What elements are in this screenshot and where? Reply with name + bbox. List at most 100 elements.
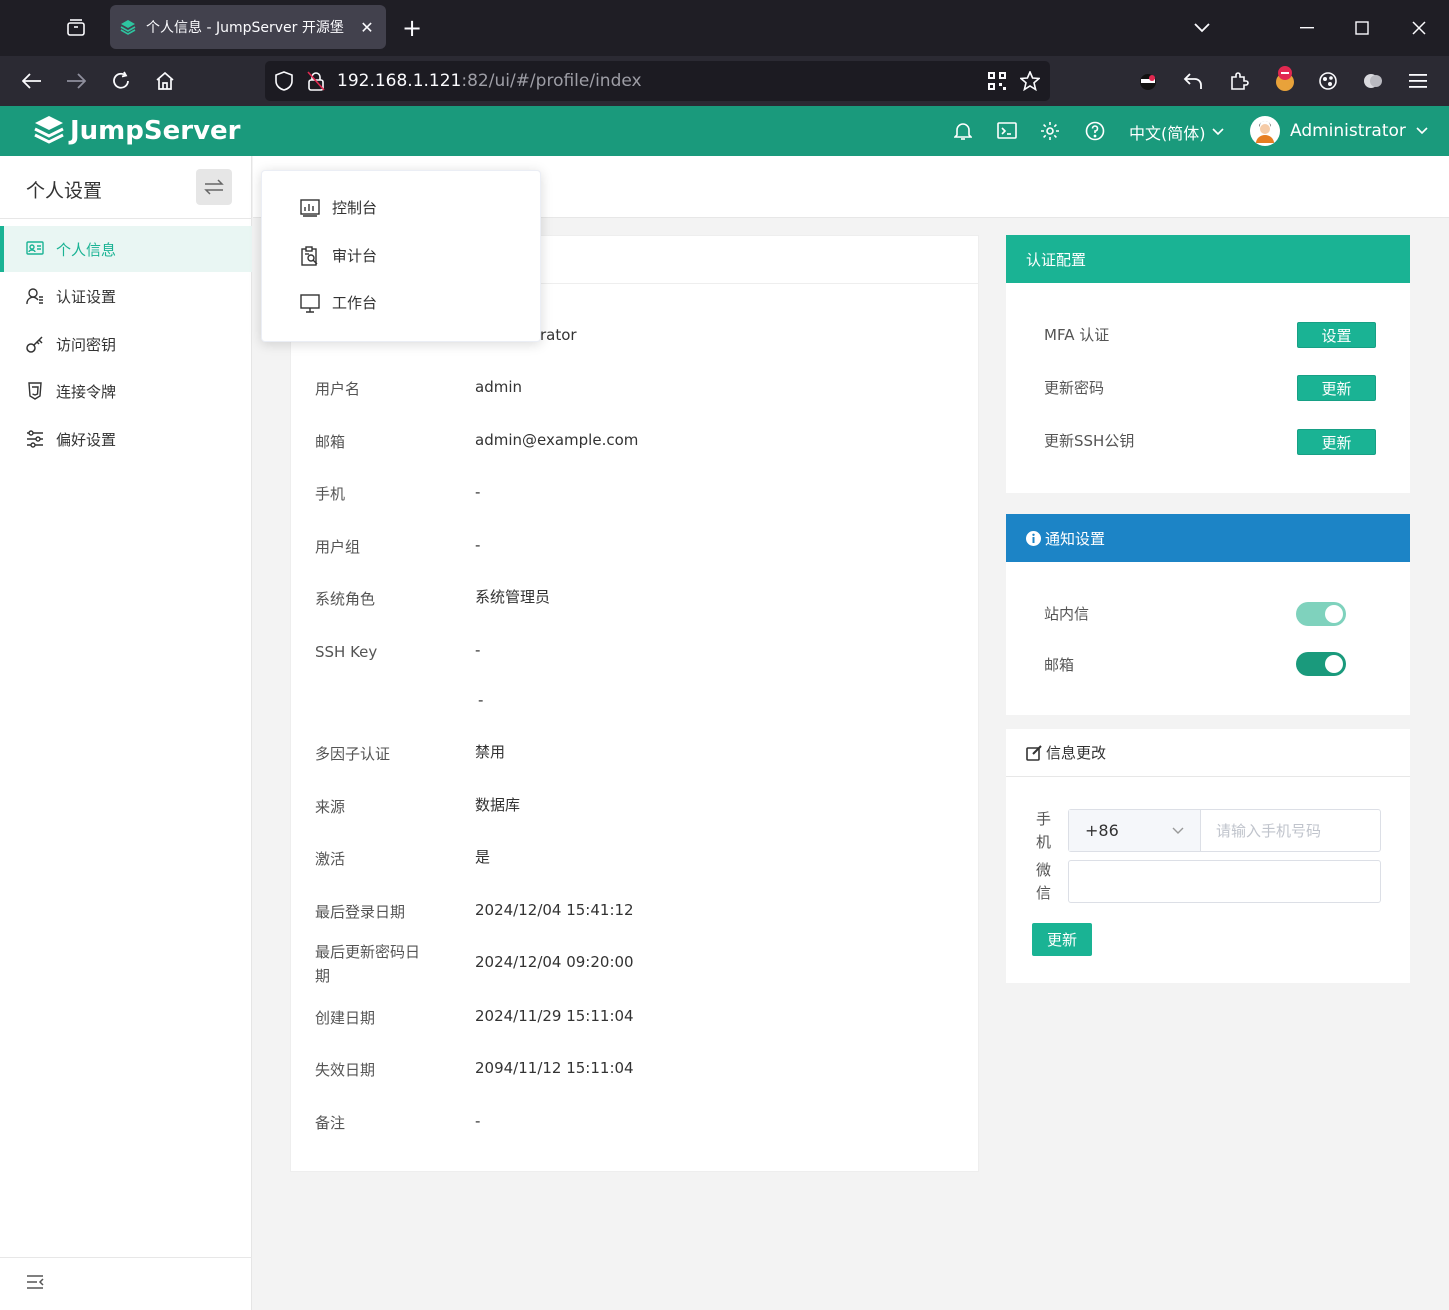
- undo-icon[interactable]: [1181, 69, 1205, 93]
- back-arrow-icon[interactable]: [20, 69, 44, 93]
- profile-value: -: [475, 483, 481, 501]
- user-menu[interactable]: Administrator: [1250, 116, 1428, 146]
- toggle-knob: [1325, 655, 1343, 673]
- brand-logo[interactable]: JumpServer: [32, 112, 240, 150]
- profile-label: 来源: [315, 798, 346, 816]
- phone-number-input[interactable]: 请输入手机号码: [1201, 810, 1380, 851]
- profile-label: 备注: [315, 1114, 346, 1132]
- select-chevron-down-icon: [1172, 827, 1184, 835]
- window-close-icon[interactable]: [1407, 16, 1431, 40]
- home-icon[interactable]: [153, 69, 177, 93]
- new-tab-button[interactable]: +: [400, 14, 424, 42]
- token-icon: [26, 382, 44, 400]
- profile-value: -: [475, 1112, 481, 1130]
- profile-value: -: [475, 641, 481, 659]
- web-terminal-icon[interactable]: [996, 120, 1018, 142]
- notify-row-label: 站内信: [1044, 605, 1090, 623]
- profile-label: 手机: [315, 485, 346, 503]
- monitor-icon: [300, 293, 320, 313]
- avatar: [1250, 116, 1280, 146]
- wechat-label: 微信: [1036, 861, 1052, 902]
- profile-value: 2024/11/29 15:11:04: [475, 1007, 634, 1025]
- notify-title: 通知设置: [1045, 529, 1106, 548]
- extension-blocker-icon[interactable]: [1272, 64, 1298, 94]
- country-code-value: +86: [1085, 821, 1119, 840]
- user-chevron-down-icon: [1416, 127, 1428, 135]
- tab-list-chevron-icon[interactable]: [1190, 16, 1214, 40]
- sidebar-item-preferences[interactable]: 偏好设置: [0, 416, 252, 462]
- username: Administrator: [1290, 121, 1406, 141]
- url-host: 192.168.1.121: [337, 71, 462, 91]
- collapse-sidebar-icon[interactable]: [26, 1274, 44, 1290]
- sidebar-item-label: 访问密钥: [56, 335, 117, 354]
- hamburger-menu-icon[interactable]: [1406, 69, 1430, 93]
- country-code-select[interactable]: +86: [1069, 810, 1201, 851]
- profile-value: 2094/11/12 15:11:04: [475, 1059, 634, 1077]
- edit-icon: [1026, 744, 1042, 761]
- forward-arrow-icon[interactable]: [64, 69, 88, 93]
- profile-value: admin: [475, 378, 522, 396]
- view-switch-button[interactable]: [196, 169, 232, 205]
- profile-value: 禁用: [475, 743, 506, 761]
- profile-label: 系统角色: [315, 590, 376, 608]
- url-path: :82/ui/#/profile/index: [461, 71, 642, 91]
- sidebar-item-label: 认证设置: [56, 287, 117, 306]
- extensions-puzzle-icon[interactable]: [1227, 69, 1251, 93]
- address-bar[interactable]: 192.168.1.121:82/ui/#/profile/index: [265, 61, 1050, 101]
- extension-palette-icon[interactable]: [1361, 69, 1385, 93]
- sidebar-item-label: 偏好设置: [56, 430, 117, 449]
- qr-code-icon[interactable]: [988, 72, 1006, 90]
- sidebar-item-profile[interactable]: 个人信息: [0, 226, 252, 272]
- extension-ninja-icon[interactable]: [1136, 69, 1160, 93]
- info-update-button[interactable]: 更新: [1032, 923, 1092, 956]
- sidebar-item-label: 个人信息: [56, 240, 117, 259]
- profile-label: 用户名: [315, 380, 361, 398]
- dropdown-item-audit[interactable]: 审计台: [300, 245, 377, 266]
- profile-value: -: [478, 691, 484, 709]
- profile-label: 失效日期: [315, 1061, 376, 1079]
- dashboard-icon: [300, 198, 320, 218]
- cookie-icon[interactable]: [1316, 69, 1340, 93]
- reload-icon[interactable]: [109, 69, 133, 93]
- info-change-title: 信息更改: [1046, 744, 1107, 762]
- update-password-button[interactable]: 更新: [1297, 375, 1376, 401]
- tab-overview-icon[interactable]: [64, 16, 88, 40]
- email-toggle[interactable]: [1296, 652, 1346, 676]
- profile-label: 创建日期: [315, 1009, 376, 1027]
- dropdown-item-workbench[interactable]: 工作台: [300, 292, 377, 313]
- settings-gear-icon[interactable]: [1039, 120, 1061, 142]
- tab-close-icon[interactable]: ✕: [358, 18, 376, 37]
- profile-label: 最后登录日期: [315, 903, 406, 921]
- info-circle-icon: [1026, 530, 1041, 546]
- help-question-icon[interactable]: [1084, 120, 1106, 142]
- profile-value: admin@example.com: [475, 431, 639, 449]
- maximize-icon[interactable]: [1350, 16, 1374, 40]
- insecure-lock-icon[interactable]: [307, 71, 325, 91]
- auth-row-label: MFA 认证: [1044, 326, 1110, 344]
- profile-label: 最后更新密码日期: [315, 943, 421, 985]
- wechat-input[interactable]: [1068, 860, 1381, 903]
- profile-name-value: rator: [540, 326, 577, 344]
- language-selector[interactable]: 中文(简体): [1129, 120, 1224, 144]
- mfa-setup-button[interactable]: 设置: [1297, 322, 1376, 348]
- sidebar-item-access-keys[interactable]: 访问密钥: [0, 321, 252, 367]
- sidebar-item-connection-token[interactable]: 连接令牌: [0, 368, 252, 414]
- sidebar-item-auth-settings[interactable]: 认证设置: [0, 273, 252, 319]
- profile-value: 2024/12/04 15:41:12: [475, 901, 634, 919]
- user-settings-icon: [26, 287, 44, 305]
- profile-value: -: [475, 536, 481, 554]
- update-ssh-key-button[interactable]: 更新: [1297, 429, 1376, 455]
- notify-header: 通知设置: [1006, 514, 1410, 562]
- minimize-icon[interactable]: [1295, 16, 1319, 40]
- site-message-toggle[interactable]: [1296, 602, 1346, 626]
- bookmark-star-icon[interactable]: [1020, 71, 1040, 91]
- dropdown-item-console[interactable]: 控制台: [300, 197, 377, 218]
- shield-icon[interactable]: [275, 71, 293, 91]
- notification-bell-icon[interactable]: [952, 120, 974, 142]
- language-label: 中文(简体): [1129, 124, 1206, 143]
- profile-label: 用户组: [315, 538, 361, 556]
- jumpserver-favicon-icon: [120, 19, 136, 35]
- dropdown-item-label: 控制台: [332, 199, 378, 217]
- dropdown-item-label: 审计台: [332, 247, 378, 265]
- browser-tab[interactable]: 个人信息 - JumpServer 开源堡 ✕: [110, 5, 386, 49]
